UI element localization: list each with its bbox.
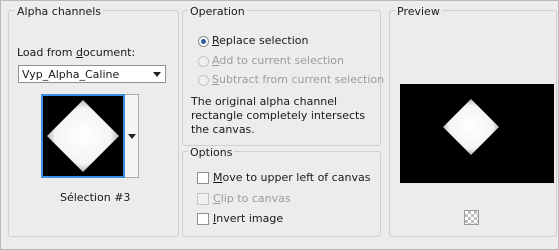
diamond-shape-icon bbox=[443, 99, 499, 155]
preview-canvas bbox=[400, 84, 554, 183]
move-to-upper-left-checkbox[interactable] bbox=[197, 172, 209, 184]
subtract-from-selection-label[interactable]: Subtract from current selection bbox=[212, 73, 384, 86]
chevron-down-icon bbox=[128, 134, 136, 139]
load-from-document-label: Load from document: bbox=[17, 46, 136, 59]
move-to-upper-left-label[interactable]: Move to upper left of canvas bbox=[213, 171, 370, 184]
invert-image-checkbox[interactable] bbox=[197, 213, 209, 225]
operation-title: Operation bbox=[188, 5, 247, 18]
alpha-channel-dialog: Alpha channels Load from document: Vyp_A… bbox=[0, 0, 559, 250]
alpha-channels-title: Alpha channels bbox=[15, 5, 104, 18]
replace-selection-label[interactable]: Replace selection bbox=[212, 34, 308, 47]
diamond-shape-icon bbox=[47, 100, 119, 172]
invert-image-label[interactable]: Invert image bbox=[213, 212, 283, 225]
replace-selection-radio[interactable] bbox=[198, 36, 209, 47]
document-select-value: Vyp_Alpha_Caline bbox=[22, 68, 120, 81]
clip-to-canvas-checkbox[interactable] bbox=[197, 193, 209, 205]
transparency-checkerboard-icon[interactable] bbox=[464, 210, 479, 225]
subtract-from-selection-radio[interactable] bbox=[198, 75, 209, 86]
clip-to-canvas-label[interactable]: Clip to canvas bbox=[213, 192, 291, 205]
operation-description: The original alpha channel rectangle com… bbox=[191, 95, 366, 136]
options-title: Options bbox=[188, 146, 235, 159]
preview-title: Preview bbox=[395, 5, 442, 18]
chevron-down-icon[interactable] bbox=[153, 72, 161, 77]
add-to-selection-radio[interactable] bbox=[198, 56, 209, 67]
selection-name: Sélection #3 bbox=[60, 191, 131, 204]
document-select[interactable]: Vyp_Alpha_Caline bbox=[18, 65, 166, 83]
add-to-selection-label[interactable]: Add to current selection bbox=[212, 54, 344, 67]
alpha-channel-thumbnail[interactable] bbox=[41, 94, 125, 178]
thumbnail-dropdown-button[interactable] bbox=[125, 94, 139, 178]
